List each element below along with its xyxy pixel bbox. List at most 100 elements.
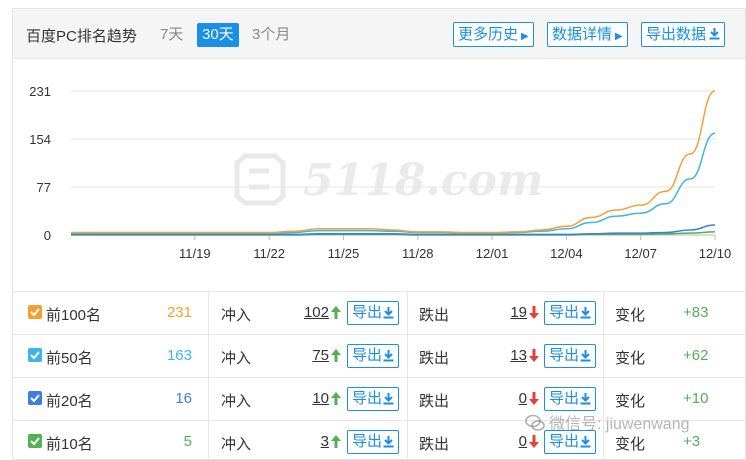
arrow-up-icon: [331, 435, 341, 448]
change-label: 变化: [615, 307, 646, 324]
y-axis: 231 154 77 0: [29, 84, 51, 243]
more-history-button[interactable]: 更多历史 ▶: [453, 22, 534, 47]
arrow-down-icon: [529, 349, 539, 362]
arrow-up-icon: [331, 392, 341, 405]
dropped-count-link[interactable]: 19: [483, 304, 527, 321]
y-tick-label: 154: [29, 132, 51, 147]
x-tick-label: 12/04: [550, 246, 583, 261]
caret-right-icon: ▶: [521, 31, 529, 42]
entered-count-link[interactable]: 75: [283, 347, 329, 364]
rank-cell: 前50名 163: [13, 335, 208, 378]
check-icon: [30, 437, 40, 446]
change-value: +10: [683, 390, 709, 407]
export-label: 导出: [549, 390, 580, 407]
entered-count-link[interactable]: 10: [283, 390, 329, 407]
checkbox[interactable]: [28, 305, 42, 319]
checkbox[interactable]: [28, 434, 42, 448]
export-label: 导出: [352, 304, 383, 321]
panel-header: 百度PC排名趋势 7天 30天 3个月 更多历史 ▶ 数据详情 ▶ 导出数据: [13, 9, 745, 59]
wechat-watermark: 微信号: jiuwenwang: [525, 410, 690, 434]
rank-row: 前50名 163 冲入 75 导出 跌出 13 导出 变化 +62: [13, 334, 745, 378]
tab-3-months[interactable]: 3个月: [247, 23, 295, 47]
y-tick-label: 0: [44, 228, 51, 243]
export-entered-button[interactable]: 导出: [347, 387, 399, 411]
rank-count: 231: [166, 304, 192, 321]
x-tick-label: 12/01: [476, 246, 509, 261]
entered-label: 冲入: [221, 350, 252, 367]
export-dropped-button[interactable]: 导出: [544, 301, 596, 325]
tab-30-days[interactable]: 30天: [197, 23, 239, 47]
rank-cell: 前10名 5: [13, 421, 208, 460]
dropped-label: 跌出: [419, 350, 450, 367]
arrow-up-icon: [331, 306, 341, 319]
ranking-trend-panel: 百度PC排名趋势 7天 30天 3个月 更多历史 ▶ 数据详情 ▶ 导出数据 511…: [12, 8, 746, 460]
rank-row: 前100名 231 冲入 102 导出 跌出 19 导出 变化 +83: [13, 291, 745, 335]
x-tick-label: 12/07: [624, 246, 657, 261]
x-tick-label: 11/22: [253, 246, 285, 261]
watermark-label: 微信号: jiuwenwang: [549, 416, 690, 433]
arrow-up-icon: [331, 349, 341, 362]
rank-label: 前20名: [46, 393, 93, 410]
rank-count: 163: [166, 347, 192, 364]
watermark-text: 5118.com: [303, 155, 543, 206]
download-icon: [709, 28, 720, 40]
export-entered-button[interactable]: 导出: [347, 301, 399, 325]
panel-title: 百度PC排名趋势: [26, 28, 137, 45]
rank-label: 前100名: [46, 307, 102, 324]
export-entered-button[interactable]: 导出: [347, 430, 399, 454]
dropped-label: 跌出: [419, 393, 450, 410]
change-label: 变化: [615, 436, 646, 453]
dropped-count-link[interactable]: 0: [483, 390, 527, 407]
x-tick-label: 11/28: [402, 246, 434, 261]
change-value: +62: [683, 347, 709, 364]
change-value: +83: [683, 304, 709, 321]
entered-label: 冲入: [221, 436, 252, 453]
checkbox[interactable]: [28, 391, 42, 405]
entered-count-link[interactable]: 102: [283, 304, 329, 321]
rank-summary-table: 前100名 231 冲入 102 导出 跌出 19 导出 变化 +83 前50名 163 冲入 75 导出跌…: [13, 291, 745, 460]
dropped-label: 跌出: [419, 307, 450, 324]
rank-label: 前10名: [46, 436, 93, 453]
x-axis: 11/19 11/22 11/25 11/28 12/01 12/04 12/07 12/10: [179, 235, 731, 261]
wechat-icon: [525, 414, 545, 431]
arrow-down-icon: [529, 306, 539, 319]
entered-label: 冲入: [221, 307, 252, 324]
export-label: 导出: [549, 433, 580, 450]
x-tick-label: 11/19: [179, 246, 211, 261]
export-label: 导出: [549, 347, 580, 364]
dropped-count-link[interactable]: 0: [483, 433, 527, 450]
export-dropped-button[interactable]: 导出: [544, 344, 596, 368]
export-entered-button[interactable]: 导出: [347, 344, 399, 368]
rank-label: 前50名: [46, 350, 93, 367]
export-dropped-button[interactable]: 导出: [544, 387, 596, 411]
data-details-label: 数据详情: [552, 26, 613, 43]
export-data-label: 导出数据: [646, 26, 707, 43]
export-label: 导出: [352, 433, 383, 450]
arrow-down-icon: [529, 435, 539, 448]
data-details-button[interactable]: 数据详情 ▶: [547, 22, 628, 47]
export-label: 导出: [549, 304, 580, 321]
checkbox[interactable]: [28, 348, 42, 362]
export-label: 导出: [352, 347, 383, 364]
rank-count: 5: [183, 433, 192, 450]
chart-watermark: 5118.com: [234, 153, 543, 206]
change-label: 变化: [615, 393, 646, 410]
change-value: +3: [683, 433, 701, 450]
y-tick-label: 77: [37, 180, 51, 195]
entered-label: 冲入: [221, 393, 252, 410]
check-icon: [30, 308, 40, 317]
export-data-button[interactable]: 导出数据: [641, 22, 726, 47]
check-icon: [30, 351, 40, 360]
entered-count-link[interactable]: 3: [283, 433, 329, 450]
x-tick-label: 11/25: [328, 246, 360, 261]
x-tick-label: 12/10: [699, 246, 732, 261]
caret-right-icon: ▶: [615, 31, 623, 42]
check-icon: [30, 394, 40, 403]
trend-line-chart: 5118.com 231154770 11/19 11/22 11/25 11/28 1…: [29, 84, 731, 261]
change-label: 变化: [615, 350, 646, 367]
tab-7-days[interactable]: 7天: [155, 23, 188, 47]
more-history-label: 更多历史: [458, 26, 519, 43]
dropped-label: 跌出: [419, 436, 450, 453]
dropped-count-link[interactable]: 13: [483, 347, 527, 364]
rank-count: 16: [175, 390, 192, 407]
